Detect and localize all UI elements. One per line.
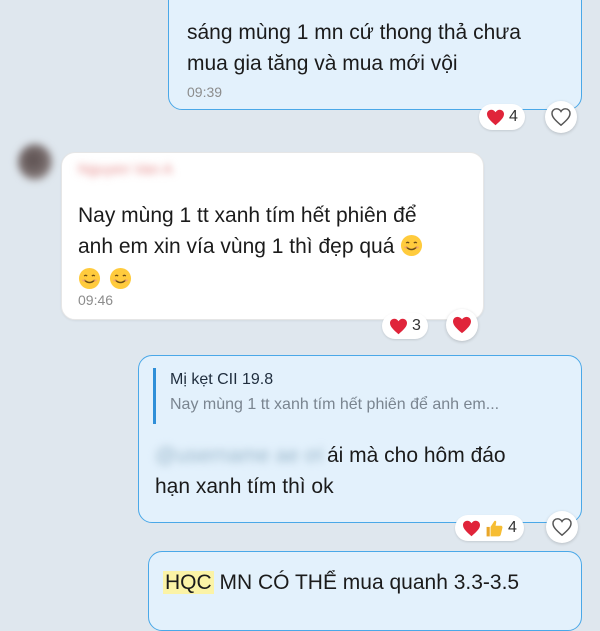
avatar[interactable] [18, 144, 52, 180]
message-line-2: mua gia tăng và mua mới vội [187, 52, 458, 75]
smiling-face-icon [78, 267, 101, 290]
message-time: 09:46 [78, 292, 114, 308]
reaction-badge[interactable]: 3 [382, 313, 428, 339]
message-text: @username ae ơi ái mà cho hôm đáo hạn xan… [155, 440, 506, 502]
sender-name: Nguyen Van A [78, 161, 173, 178]
quote-text: Nay mùng 1 tt xanh tím hết phiên để anh … [170, 396, 500, 413]
message-text: HQC MN CÓ THỂ mua quanh 3.3-3.5 [163, 567, 519, 598]
reaction-count: 3 [412, 317, 421, 334]
reaction-count: 4 [509, 108, 518, 125]
heart-filled-icon [453, 316, 471, 334]
message-bubble-incoming-2[interactable]: Nguyen Van A Nay mùng 1 tt xanh tím hết … [61, 152, 484, 320]
like-button[interactable] [446, 309, 478, 341]
reply-quote[interactable]: Mị kẹt CII 19.8 Nay mùng 1 tt xanh tím h… [153, 368, 563, 424]
heart-icon [463, 520, 480, 536]
heart-icon [487, 109, 504, 125]
message-line-1: sáng mùng 1 mn cứ thong thả chưa [187, 21, 521, 44]
heart-icon [390, 318, 407, 334]
reaction-count: 4 [508, 519, 517, 536]
message-line-2: anh em xin vía vùng 1 thì đẹp quá [78, 231, 423, 262]
smiling-face-icon [109, 267, 131, 290]
message-line-3 [78, 262, 423, 295]
message-bubble-outgoing-3[interactable]: Mị kẹt CII 19.8 Nay mùng 1 tt xanh tím h… [138, 355, 582, 523]
message-time: 09:39 [187, 84, 223, 100]
highlighted-ticker: HQC [163, 571, 214, 594]
message-line-2-text: anh em xin vía vùng 1 thì đẹp quá [78, 235, 395, 258]
message-bubble-outgoing-4[interactable]: HQC MN CÓ THỂ mua quanh 3.3-3.5 [148, 551, 582, 631]
like-button[interactable] [545, 101, 577, 133]
message-line-1: @username ae ơi ái mà cho hôm đáo [155, 440, 506, 471]
smiling-face-icon [401, 234, 423, 257]
message-text: sáng mùng 1 mn cứ thong thả chưa mua gia… [187, 17, 521, 79]
reaction-badge[interactable]: 4 [479, 104, 525, 130]
message-bubble-outgoing-1[interactable]: sáng mùng 1 mn cứ thong thả chưa mua gia… [168, 0, 582, 110]
message-line-1: Nay mùng 1 tt xanh tím hết phiên để [78, 204, 417, 227]
message-line-1-text: MN CÓ THỂ mua quanh 3.3-3.5 [213, 571, 520, 594]
thumbs-up-icon [486, 520, 503, 536]
reaction-badge[interactable]: 4 [455, 515, 524, 541]
message-line-1-text: ái mà cho hôm đáo [327, 444, 506, 467]
quote-author: Mị kẹt CII 19.8 [170, 371, 274, 388]
heart-outline-icon [551, 108, 571, 126]
mention[interactable]: @username ae ơi [155, 440, 327, 471]
message-text: Nay mùng 1 tt xanh tím hết phiên để anh … [78, 200, 423, 295]
heart-outline-icon [552, 518, 572, 536]
message-line-2: hạn xanh tím thì ok [155, 475, 334, 498]
like-button[interactable] [546, 511, 578, 543]
